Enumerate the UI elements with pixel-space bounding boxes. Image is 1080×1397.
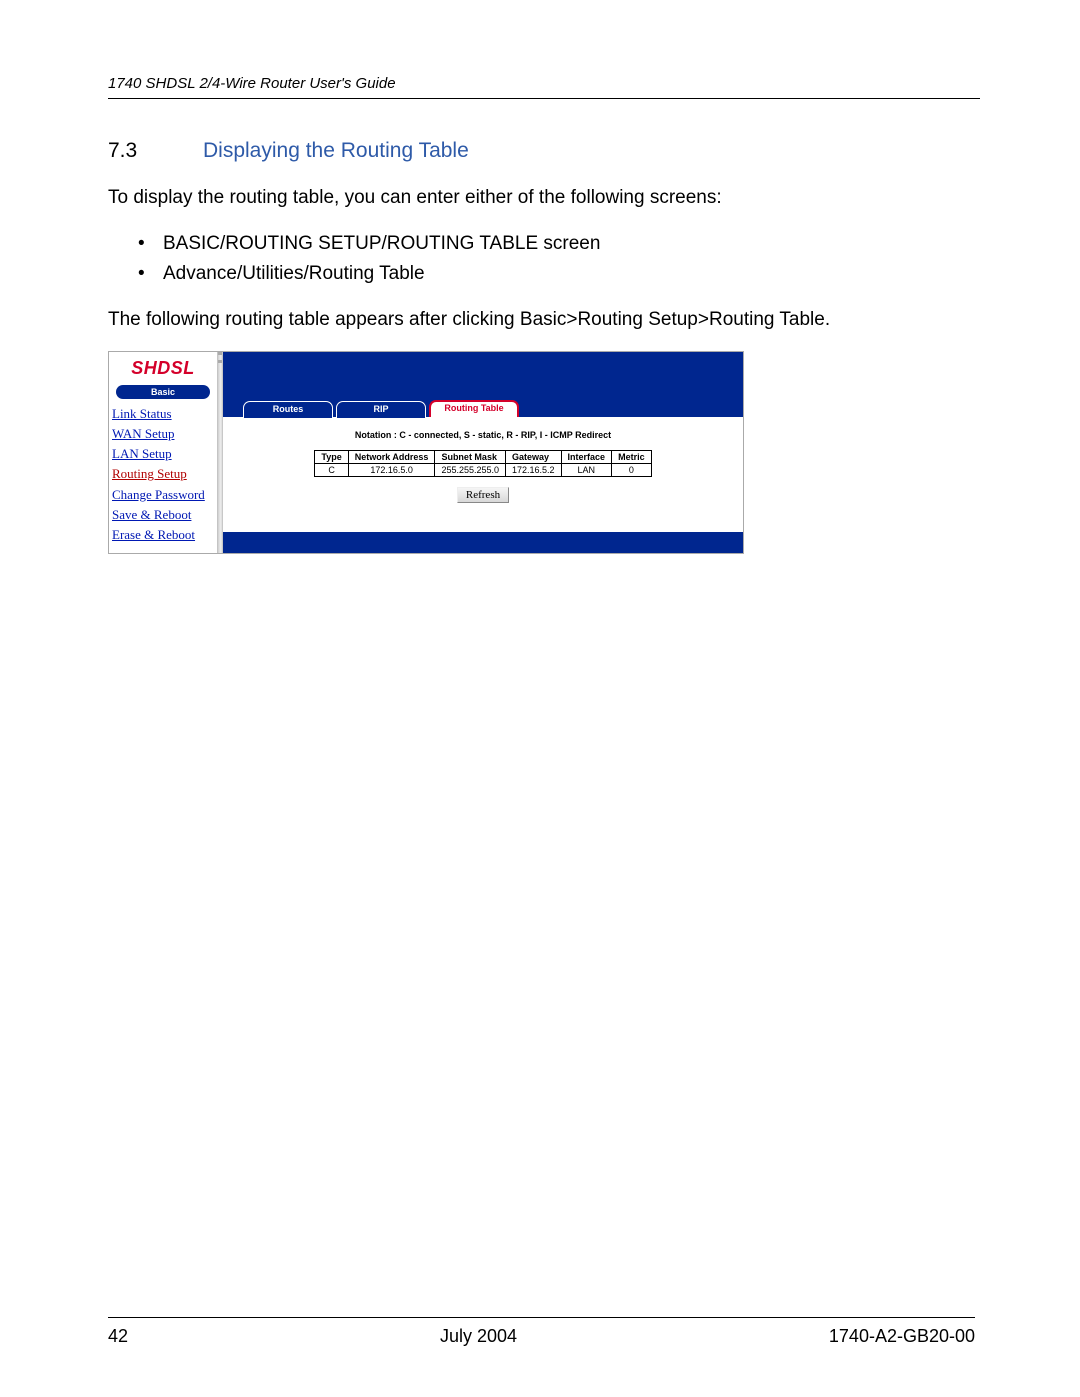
logo: SHDSL bbox=[111, 358, 215, 379]
section-title: Displaying the Routing Table bbox=[203, 139, 469, 163]
refresh-button[interactable]: Refresh bbox=[457, 487, 509, 503]
sidebar-link-wan-setup[interactable]: WAN Setup bbox=[111, 424, 215, 444]
bullet-item: BASIC/ROUTING SETUP/ROUTING TABLE screen bbox=[138, 229, 980, 259]
running-header: 1740 SHDSL 2/4-Wire Router User's Guide bbox=[108, 75, 980, 99]
sidebar-link-save-reboot[interactable]: Save & Reboot bbox=[111, 505, 215, 525]
bullet-item: Advance/Utilities/Routing Table bbox=[138, 259, 980, 289]
table-header-row: Type Network Address Subnet Mask Gateway… bbox=[315, 451, 651, 464]
router-screenshot: SHDSL Basic Link Status WAN Setup LAN Se… bbox=[108, 351, 744, 554]
bullet-list: BASIC/ROUTING SETUP/ROUTING TABLE screen… bbox=[138, 229, 980, 290]
splitter-handle[interactable] bbox=[217, 352, 223, 553]
cell: 255.255.255.0 bbox=[435, 464, 506, 477]
page-footer: 42 July 2004 1740-A2-GB20-00 bbox=[108, 1317, 975, 1347]
footer-date: July 2004 bbox=[440, 1326, 517, 1347]
col-type: Type bbox=[315, 451, 348, 464]
col-interface: Interface bbox=[561, 451, 612, 464]
col-subnet-mask: Subnet Mask bbox=[435, 451, 506, 464]
col-network-address: Network Address bbox=[348, 451, 435, 464]
tab-rip[interactable]: RIP bbox=[336, 401, 426, 418]
col-metric: Metric bbox=[612, 451, 652, 464]
notation-legend: Notation : C - connected, S - static, R … bbox=[238, 430, 728, 440]
section-number: 7.3 bbox=[108, 139, 203, 163]
section-heading: 7.3 Displaying the Routing Table bbox=[108, 139, 980, 163]
tab-body: Notation : C - connected, S - static, R … bbox=[223, 417, 743, 532]
screenshot-sidebar: SHDSL Basic Link Status WAN Setup LAN Se… bbox=[109, 352, 217, 553]
document-number: 1740-A2-GB20-00 bbox=[829, 1326, 975, 1347]
basic-pill[interactable]: Basic bbox=[116, 385, 210, 399]
screenshot-main: Routes RIP Routing Table Notation : C - … bbox=[223, 352, 743, 553]
cell: LAN bbox=[561, 464, 612, 477]
paragraph: The following routing table appears afte… bbox=[108, 307, 980, 333]
table-row: C 172.16.5.0 255.255.255.0 172.16.5.2 LA… bbox=[315, 464, 651, 477]
paragraph: To display the routing table, you can en… bbox=[108, 185, 980, 211]
cell: C bbox=[315, 464, 348, 477]
sidebar-link-lan-setup[interactable]: LAN Setup bbox=[111, 444, 215, 464]
cell: 0 bbox=[612, 464, 652, 477]
col-gateway: Gateway bbox=[506, 451, 562, 464]
routing-table: Type Network Address Subnet Mask Gateway… bbox=[314, 450, 651, 477]
page-number: 42 bbox=[108, 1326, 128, 1347]
sidebar-link-erase-reboot[interactable]: Erase & Reboot bbox=[111, 525, 215, 545]
cell: 172.16.5.2 bbox=[506, 464, 562, 477]
sidebar-link-link-status[interactable]: Link Status bbox=[111, 404, 215, 424]
tab-routing-table[interactable]: Routing Table bbox=[429, 400, 519, 417]
sidebar-link-change-password[interactable]: Change Password bbox=[111, 485, 215, 505]
cell: 172.16.5.0 bbox=[348, 464, 435, 477]
sidebar-link-routing-setup[interactable]: Routing Setup bbox=[111, 464, 215, 484]
tabs-row: Routes RIP Routing Table bbox=[223, 400, 743, 417]
tab-routes[interactable]: Routes bbox=[243, 401, 333, 418]
